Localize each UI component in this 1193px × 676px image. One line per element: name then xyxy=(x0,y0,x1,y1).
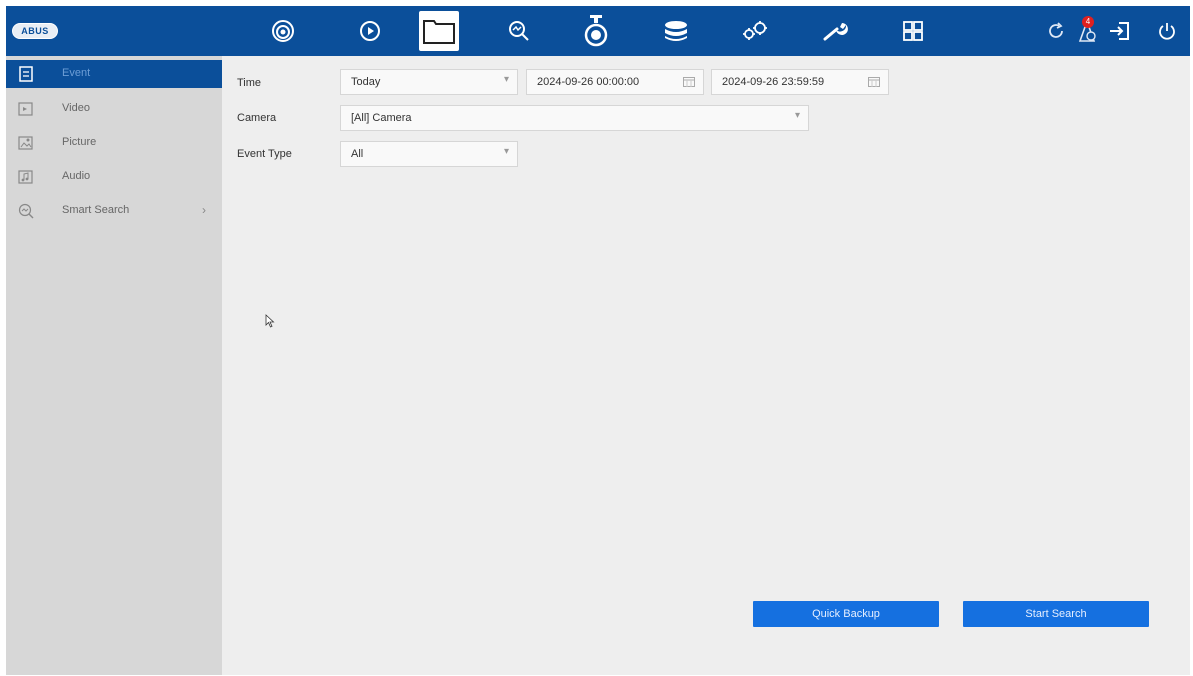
top-navigation-bar: ABUS 4 xyxy=(6,6,1190,56)
sidebar-item-label: Video xyxy=(62,102,90,114)
sidebar-item-label: Audio xyxy=(62,170,91,182)
time-range-select[interactable]: Today ▾ xyxy=(340,69,518,95)
camera-config-icon[interactable] xyxy=(578,13,614,49)
power-icon[interactable] xyxy=(1152,16,1182,46)
event-type-label: Event Type xyxy=(237,148,292,160)
caret-down-icon: ▾ xyxy=(503,74,509,85)
refresh-icon[interactable] xyxy=(1041,16,1071,46)
start-datetime-value: 2024-09-26 00:00:00 xyxy=(537,76,640,88)
alarm-count-badge: 4 xyxy=(1082,16,1094,28)
video-file-icon xyxy=(18,102,33,116)
file-management-folder-icon[interactable] xyxy=(419,11,459,51)
sidebar-item-picture[interactable]: Picture xyxy=(6,129,222,157)
quick-backup-button[interactable]: Quick Backup xyxy=(753,601,939,627)
camera-label: Camera xyxy=(237,112,277,124)
sidebar-item-audio[interactable]: Audio xyxy=(6,163,222,191)
end-datetime-field[interactable]: 2024-09-26 23:59:59 xyxy=(711,69,889,95)
smart-search-icon xyxy=(18,203,34,219)
smart-analysis-search-icon[interactable] xyxy=(501,13,537,49)
picture-icon xyxy=(18,136,33,150)
chevron-right-icon: › xyxy=(202,203,206,217)
time-range-value: Today xyxy=(351,76,381,88)
live-view-camera-icon[interactable] xyxy=(265,13,301,49)
alarm-icon[interactable]: 4 xyxy=(1072,16,1102,46)
start-search-button[interactable]: Start Search xyxy=(963,601,1149,627)
caret-down-icon: ▾ xyxy=(794,110,800,121)
sidebar-item-label: Event xyxy=(62,67,91,79)
event-type-select[interactable]: All ▾ xyxy=(340,141,518,167)
caret-down-icon: ▾ xyxy=(503,146,509,157)
logout-icon[interactable] xyxy=(1104,16,1134,46)
maintenance-wrench-icon[interactable] xyxy=(818,13,854,49)
system-gears-icon[interactable] xyxy=(737,13,773,49)
time-label: Time xyxy=(237,77,262,89)
mouse-pointer-icon xyxy=(265,314,275,328)
calendar-icon[interactable] xyxy=(683,77,695,87)
app-window: ABUS 4 Event Video Picture Audio Smart S… xyxy=(6,6,1190,675)
sidebar-item-label: Picture xyxy=(62,136,97,148)
audio-icon xyxy=(18,170,33,184)
event-icon xyxy=(19,66,33,82)
event-type-value: All xyxy=(351,148,364,160)
multi-view-grid-icon[interactable] xyxy=(895,13,931,49)
sidebar-item-smart-search[interactable]: Smart Search › xyxy=(6,197,222,225)
sidebar: Event Video Picture Audio Smart Search › xyxy=(6,56,222,675)
sidebar-item-label: Smart Search xyxy=(62,204,130,216)
playback-play-icon[interactable] xyxy=(352,13,388,49)
end-datetime-value: 2024-09-26 23:59:59 xyxy=(722,76,825,88)
sidebar-item-video[interactable]: Video xyxy=(6,95,222,123)
camera-select[interactable]: [All] Camera ▾ xyxy=(340,105,809,131)
storage-database-icon[interactable] xyxy=(658,13,694,49)
sidebar-item-event[interactable]: Event xyxy=(6,60,222,88)
calendar-icon[interactable] xyxy=(868,77,880,87)
abus-logo: ABUS xyxy=(12,23,58,39)
camera-value: [All] Camera xyxy=(351,112,412,124)
start-datetime-field[interactable]: 2024-09-26 00:00:00 xyxy=(526,69,704,95)
